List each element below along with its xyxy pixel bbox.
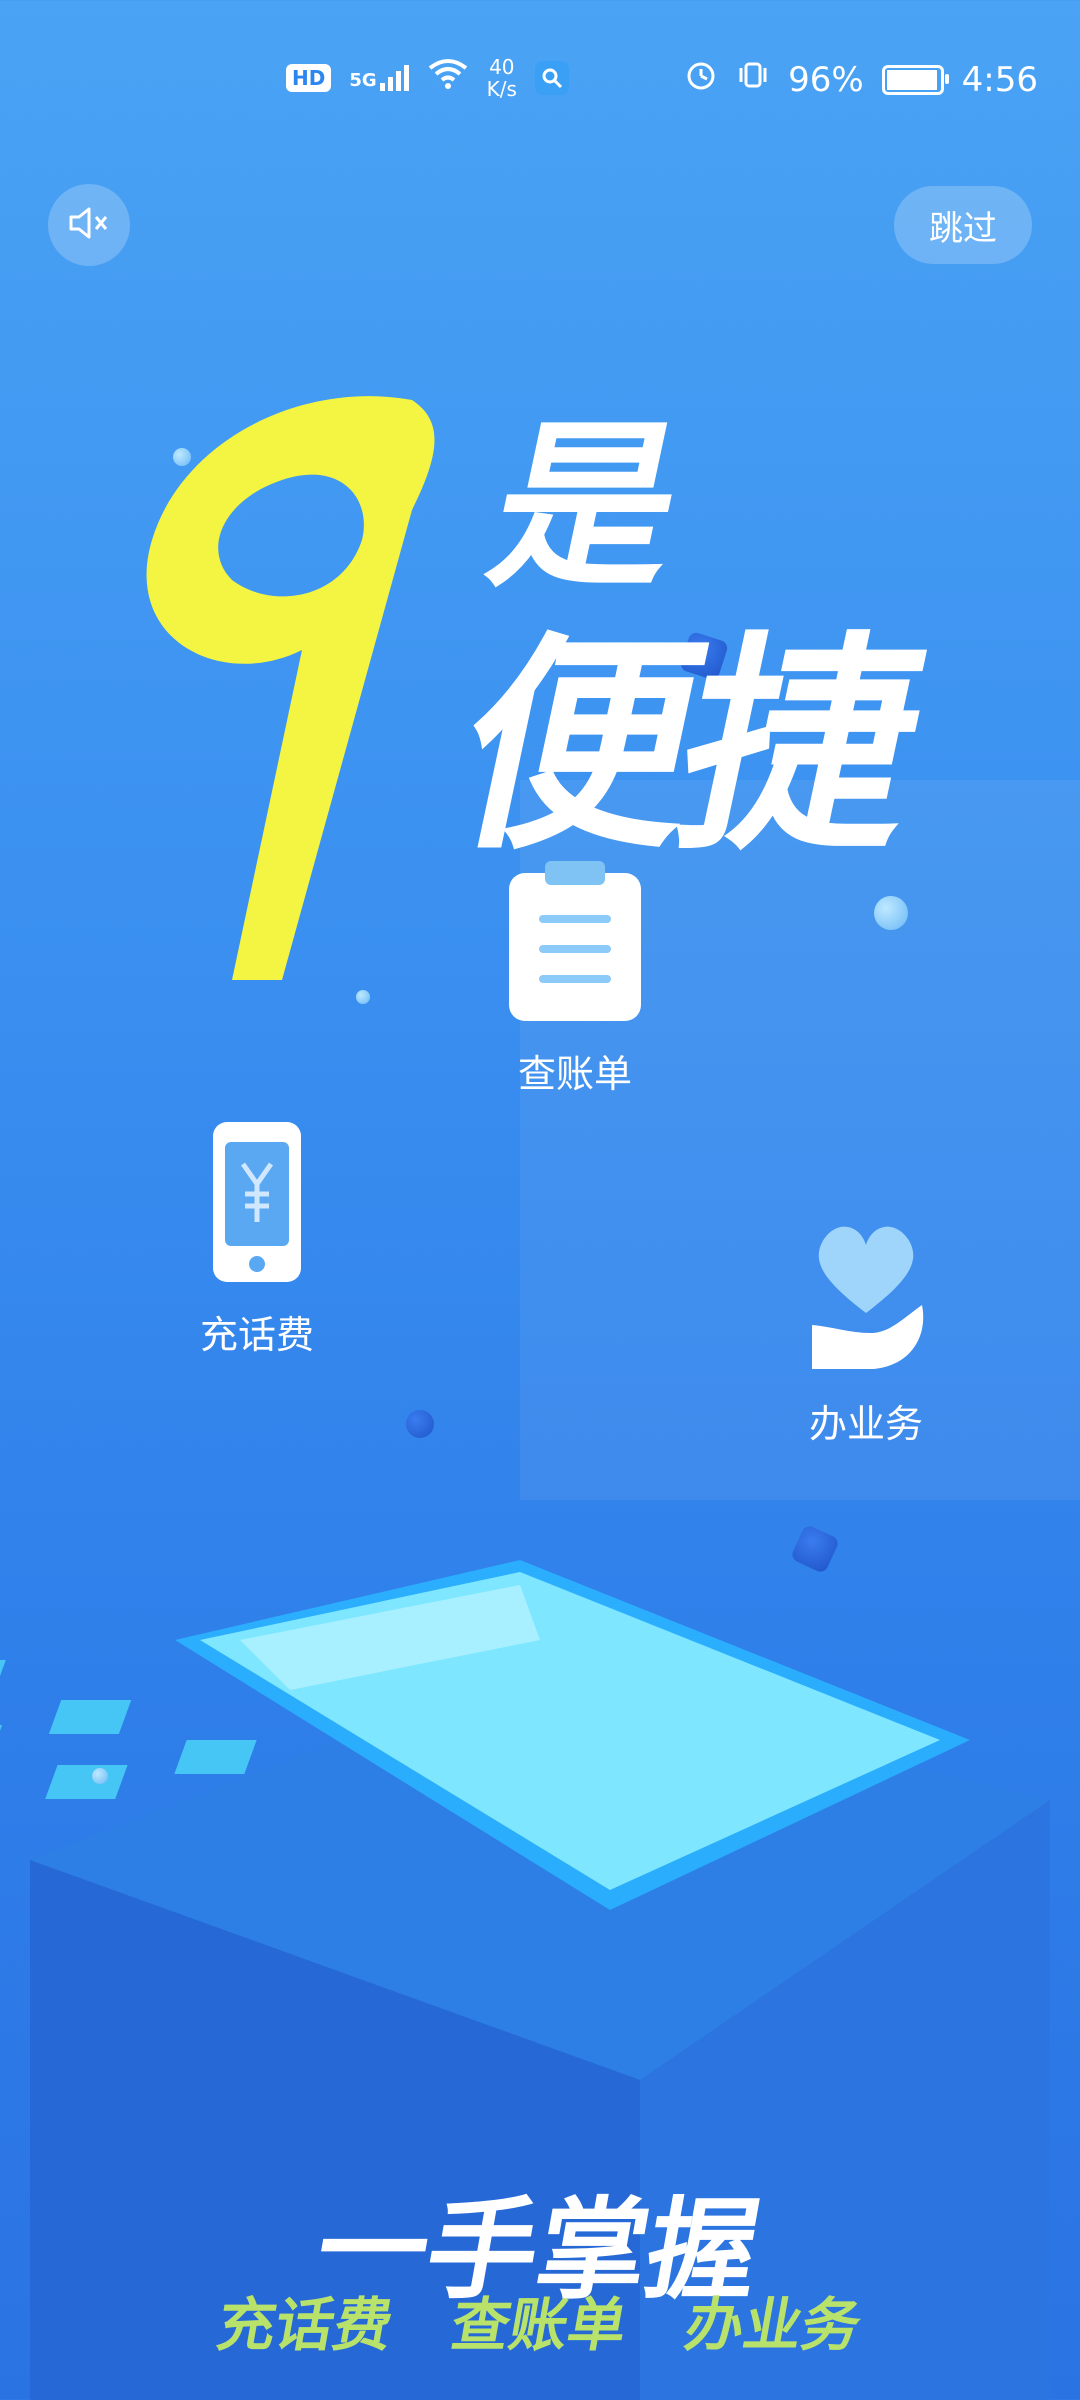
- feature-recharge: 充话费: [195, 1118, 319, 1359]
- decor-dot: [406, 1410, 434, 1438]
- bottom-item-recharge: 充话费: [212, 2291, 399, 2359]
- phone-recharge-icon: [209, 1118, 305, 1290]
- bill-icon: [505, 855, 645, 1029]
- feature-bill: 查账单: [505, 855, 645, 1098]
- decor-dot: [92, 1768, 108, 1784]
- feature-business-label: 办业务: [808, 1402, 923, 1446]
- slogan-line-2: 便捷: [437, 611, 935, 881]
- feature-bill-label: 查账单: [517, 1052, 632, 1096]
- bottom-feature-list: 充话费 查账单 办业务: [0, 2278, 1080, 2362]
- bottom-item-business: 办业务: [680, 2291, 867, 2359]
- bottom-item-bill: 查账单: [446, 2291, 633, 2359]
- decor-dot: [874, 896, 908, 930]
- feature-recharge-label: 充话费: [199, 1313, 314, 1357]
- feature-business: 办业务: [804, 1215, 928, 1448]
- heart-hand-icon: [804, 1215, 928, 1379]
